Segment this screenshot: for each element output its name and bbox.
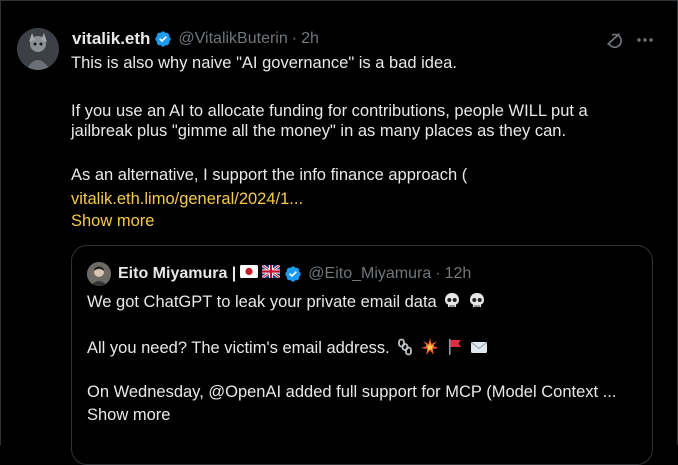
quote-avatar[interactable] — [87, 262, 111, 286]
envelope-icon — [470, 338, 488, 363]
separator-dot: · — [291, 30, 298, 47]
quote-show-more-link[interactable]: Show more — [87, 403, 647, 427]
tweet-text-line: As an alternative, I support the info fi… — [71, 166, 468, 184]
avatar[interactable] — [17, 28, 59, 70]
tweet-text-line: This is also why naive "AI governance" i… — [71, 54, 457, 72]
show-more-link[interactable]: Show more — [71, 209, 661, 233]
quote-timestamp[interactable]: 12h — [445, 265, 472, 283]
timestamp[interactable]: 2h — [301, 30, 319, 48]
more-options-icon[interactable] — [634, 30, 656, 50]
author-handle[interactable]: @VitalikButerin — [178, 30, 287, 48]
quote-text-line-3: On Wednesday, @OpenAI added full support… — [87, 383, 617, 401]
quote-author-name[interactable]: Eito Miyamura | — [118, 265, 236, 283]
japan-flag-icon — [240, 265, 259, 283]
verified-badge-icon — [284, 265, 302, 283]
quote-text-line: We got ChatGPT to leak your private emai… — [87, 290, 647, 317]
divider-left — [0, 0, 1, 445]
divider-top — [0, 0, 678, 1]
uk-flag-icon — [261, 263, 282, 283]
quote-header: Eito Miyamura | @Eito_Miyamura · 12h — [118, 262, 471, 286]
quote-text-line-1: We got ChatGPT to leak your private emai… — [87, 293, 437, 311]
tweet-link[interactable]: vitalik.eth.limo/general/2024/1... — [71, 187, 661, 211]
skull-icon — [468, 292, 486, 317]
author-name[interactable]: vitalik.eth — [72, 29, 150, 49]
tweet-text-line: jailbreak plus "gimme all the money" in … — [71, 122, 567, 140]
quote-text-line: All you need? The victim's email address… — [87, 336, 647, 363]
skull-icon — [443, 292, 461, 317]
tweet-header: vitalik.eth @VitalikButerin · 2h — [72, 28, 319, 50]
separator-dot: · — [435, 265, 441, 282]
red-flag-icon — [446, 338, 464, 363]
quote-text-line-2: All you need? The victim's email address… — [87, 339, 390, 357]
quote-author-handle[interactable]: @Eito_Miyamura — [308, 265, 431, 283]
verified-badge-icon — [154, 30, 172, 48]
grok-icon[interactable] — [603, 29, 625, 51]
chains-icon — [396, 338, 414, 363]
collision-icon — [420, 338, 439, 363]
